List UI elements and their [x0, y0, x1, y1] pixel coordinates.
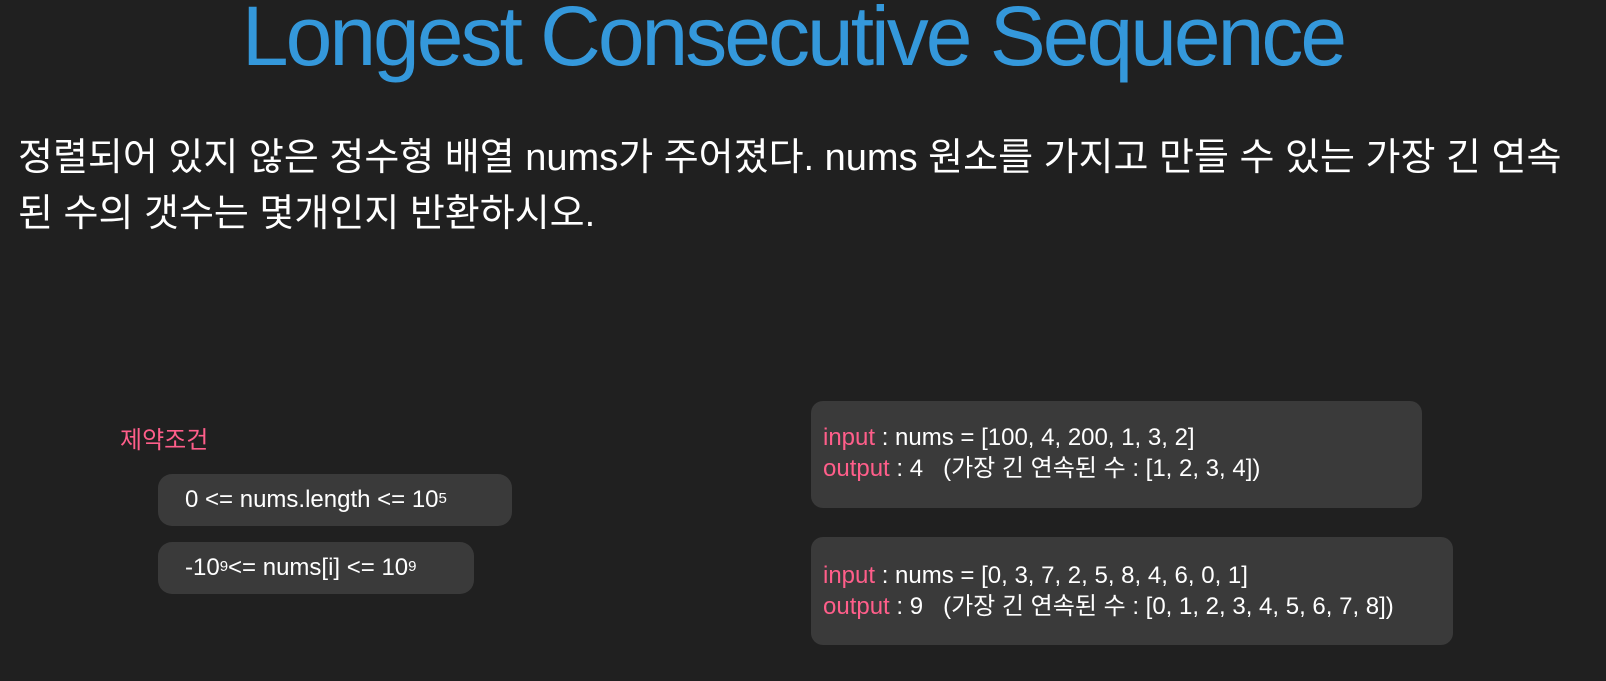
- constraint-range-middle: <= nums[i] <= 10: [228, 554, 409, 581]
- output-value: : 4 (가장 긴 연속된 수 : [1, 2, 3, 4]): [889, 455, 1261, 482]
- example-input-line: input : nums = [0, 3, 7, 2, 5, 8, 4, 6, …: [823, 560, 1453, 591]
- example-output-line: output : 9 (가장 긴 연속된 수 : [0, 1, 2, 3, 4,…: [823, 591, 1453, 622]
- input-value: : nums = [100, 4, 200, 1, 3, 2]: [875, 424, 1195, 451]
- example-input-line: input : nums = [100, 4, 200, 1, 3, 2]: [823, 422, 1422, 453]
- constraint-range-start-exponent: 9: [219, 557, 229, 575]
- constraint-length: 0 <= nums.length <= 10 5: [158, 474, 512, 526]
- constraint-length-exponent: 5: [438, 489, 447, 507]
- example-card: input : nums = [100, 4, 200, 1, 3, 2] out…: [811, 401, 1422, 508]
- constraint-range-start: -10: [185, 554, 220, 581]
- example-output-line: output : 4 (가장 긴 연속된 수 : [1, 2, 3, 4]): [823, 453, 1422, 484]
- output-value: : 9 (가장 긴 연속된 수 : [0, 1, 2, 3, 4, 5, 6, …: [889, 593, 1394, 620]
- constraint-range-end-exponent: 9: [408, 557, 417, 575]
- constraints-label: 제약조건: [120, 427, 209, 454]
- problem-description: 정렬되어 있지 않은 정수형 배열 nums가 주어졌다. nums 원소를 가…: [18, 137, 1562, 235]
- input-value: : nums = [0, 3, 7, 2, 5, 8, 4, 6, 0, 1]: [875, 562, 1248, 589]
- input-keyword: input: [823, 424, 876, 451]
- constraint-length-text: 0 <= nums.length <= 10: [185, 486, 439, 513]
- example-card: input : nums = [0, 3, 7, 2, 5, 8, 4, 6, …: [811, 537, 1453, 645]
- output-keyword: output: [823, 455, 890, 482]
- output-keyword: output: [823, 593, 890, 620]
- page-title: Longest Consecutive Sequence: [241, 0, 1347, 83]
- input-keyword: input: [823, 562, 876, 589]
- constraint-value-range: -10 9 <= nums[i] <= 10 9: [158, 542, 474, 594]
